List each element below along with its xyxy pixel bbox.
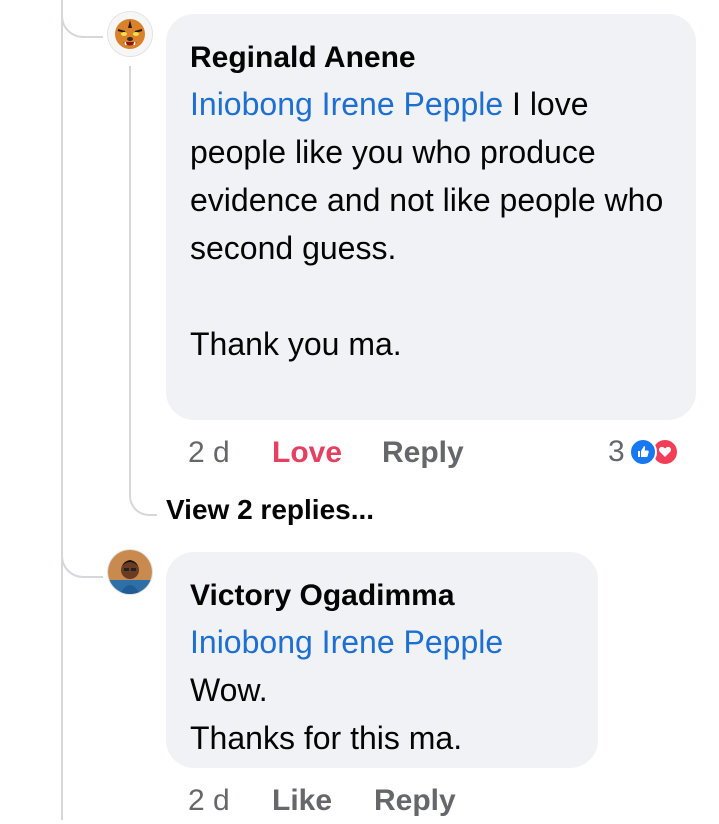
- reaction-summary[interactable]: 3: [608, 435, 679, 469]
- comment-text: Iniobong Irene Pepple I love people like…: [190, 80, 672, 368]
- thread-line-outer: [61, 0, 63, 820]
- thread-connector-replies: [129, 470, 157, 516]
- comment-bubble: Reginald Anene Iniobong Irene Pepple I l…: [166, 14, 696, 420]
- comment-author[interactable]: Victory Ogadimma: [190, 578, 574, 614]
- love-button[interactable]: Love: [272, 436, 342, 470]
- comment-text: Iniobong Irene Pepple Wow. Thanks for th…: [190, 618, 574, 762]
- reaction-count: 3: [608, 435, 625, 468]
- like-reaction-icon: [628, 438, 657, 466]
- thread-connector-top: [61, 0, 103, 38]
- person-avatar-icon: [108, 550, 152, 594]
- timestamp[interactable]: 2 d: [188, 784, 230, 818]
- comment-body: Wow. Thanks for this ma.: [190, 672, 463, 756]
- view-replies-link[interactable]: View 2 replies...: [166, 494, 374, 526]
- mention-link[interactable]: Iniobong Irene Pepple: [190, 624, 503, 660]
- tiger-avatar-icon: [108, 12, 152, 56]
- comment-actions: 2 d Like Reply: [188, 784, 488, 824]
- reply-button[interactable]: Reply: [382, 436, 464, 470]
- like-button[interactable]: Like: [272, 784, 332, 818]
- avatar[interactable]: [108, 550, 152, 594]
- comment-bubble: Victory Ogadimma Iniobong Irene Pepple W…: [166, 552, 598, 768]
- avatar[interactable]: [108, 12, 152, 56]
- mention-link[interactable]: Iniobong Irene Pepple: [190, 86, 503, 122]
- timestamp[interactable]: 2 d: [188, 436, 230, 470]
- comment-body: I love people like you who produce evide…: [190, 86, 664, 362]
- thread-line-replies: [129, 66, 131, 486]
- comment-actions: 2 d Love Reply: [188, 436, 488, 476]
- comment-author[interactable]: Reginald Anene: [190, 40, 672, 76]
- reply-button[interactable]: Reply: [374, 784, 456, 818]
- thread-connector-second: [61, 540, 103, 578]
